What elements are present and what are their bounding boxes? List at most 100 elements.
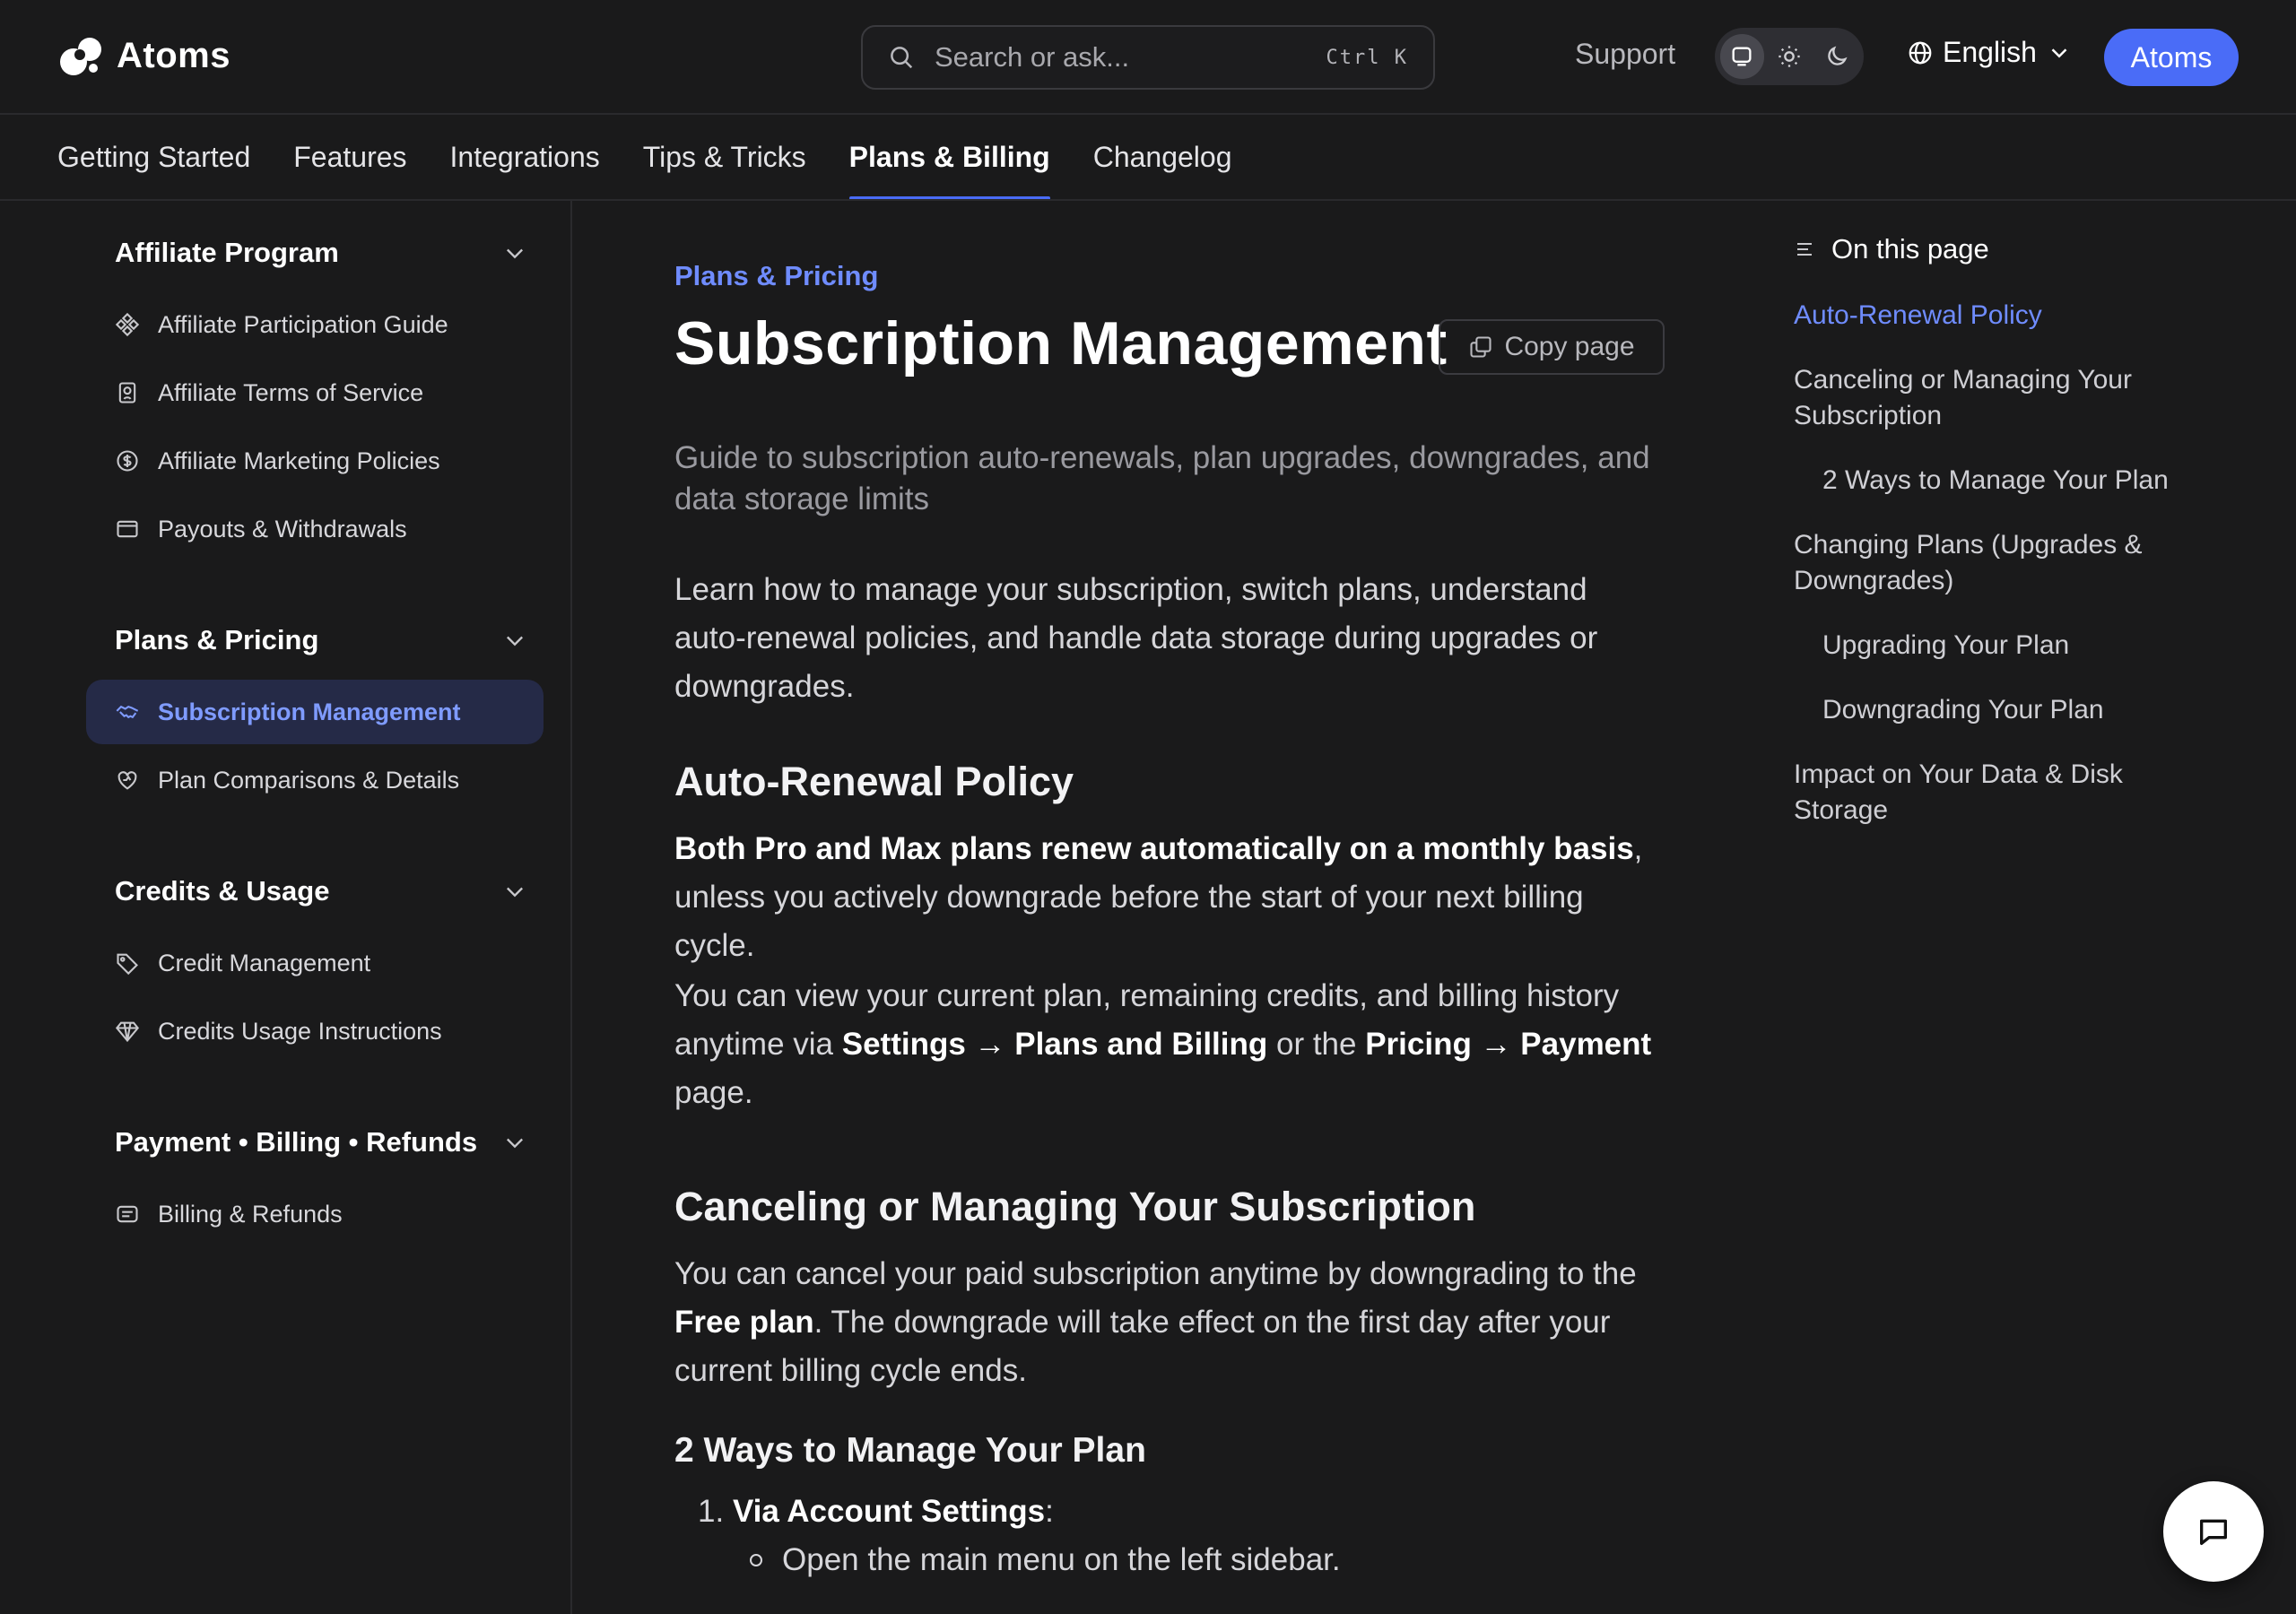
text: or the: [1267, 1027, 1366, 1062]
search-input[interactable]: Search or ask... Ctrl K: [861, 25, 1435, 90]
theme-system-button[interactable]: [1720, 34, 1764, 79]
copy-page-button[interactable]: Copy page: [1439, 319, 1665, 375]
toc-link-downgrading[interactable]: Downgrading Your Plan: [1822, 692, 2217, 728]
sidebar-group-affiliate-program: Affiliate Program Affiliate Participatio…: [86, 228, 544, 561]
bold-text: Pricing → Payment: [1365, 1027, 1652, 1062]
sidebar-item-label: Billing & Refunds: [158, 1200, 343, 1228]
sidebar-group-title: Credits & Usage: [115, 875, 330, 907]
bullet-icon: [750, 1554, 762, 1566]
tab-plans-billing[interactable]: Plans & Billing: [848, 114, 1050, 200]
sidebar-group-credits-usage: Credits & Usage Credit Management Credit…: [86, 866, 544, 1063]
sidebar-item-payouts-withdrawals[interactable]: Payouts & Withdrawals: [86, 497, 544, 561]
theme-dark-button[interactable]: [1814, 34, 1858, 79]
dollar-circle-icon: [117, 450, 138, 472]
gem-icon: [115, 1021, 140, 1043]
toc-link-changing-plans[interactable]: Changing Plans (Upgrades & Downgrades): [1794, 527, 2188, 599]
sidebar-item-credit-management[interactable]: Credit Management: [86, 931, 544, 995]
sidebar-item-label: Affiliate Terms of Service: [158, 378, 424, 406]
toc-link-auto-renewal[interactable]: Auto-Renewal Policy: [1794, 298, 2188, 334]
search-icon: [891, 47, 913, 69]
toc-link-impact-data[interactable]: Impact on Your Data & Disk Storage: [1794, 757, 2188, 829]
page-description: Guide to subscription auto-renewals, pla…: [674, 440, 1650, 516]
view-plan-paragraph: You can view your current plan, remainin…: [674, 972, 1665, 1117]
chevron-down-icon: [2051, 48, 2067, 58]
receipt-icon: [117, 1205, 138, 1223]
text: page.: [674, 1075, 753, 1110]
handshake-icon: [116, 705, 139, 719]
sidebar-group-header[interactable]: Plans & Pricing: [86, 615, 544, 665]
sidebar-item-label: Affiliate Participation Guide: [158, 310, 448, 338]
monitor-icon: [1732, 47, 1752, 66]
search-placeholder: Search or ask...: [935, 41, 1130, 73]
heading-auto-renewal: Auto-Renewal Policy: [674, 759, 1074, 804]
toc-header: On this page: [1794, 233, 1989, 265]
sidebar-item-plan-comparisons[interactable]: Plan Comparisons & Details: [86, 748, 544, 812]
chevron-down-icon: [507, 887, 523, 898]
text: :: [1045, 1494, 1054, 1529]
chat-bubble-icon: [2200, 1519, 2227, 1545]
intro-paragraph: Learn how to manage your subscription, s…: [674, 572, 1598, 704]
sidebar-item-billing-refunds[interactable]: Billing & Refunds: [86, 1182, 544, 1246]
copy-page-label: Copy page: [1504, 332, 1635, 361]
sidebar-group-title: Plans & Pricing: [115, 624, 319, 655]
toc-link-canceling[interactable]: Canceling or Managing Your Subscription: [1794, 362, 2188, 434]
chevron-down-icon: [507, 1138, 523, 1149]
tab-getting-started[interactable]: Getting Started: [57, 114, 250, 200]
language-label: English: [1943, 36, 2037, 68]
list-number: 1.: [698, 1494, 725, 1529]
globe-icon: [1909, 41, 1932, 64]
sidebar-group-plans-pricing: Plans & Pricing Subscription Management …: [86, 615, 544, 812]
heading-2-ways: 2 Ways to Manage Your Plan: [674, 1431, 1146, 1470]
bold-text: Settings → Plans and Billing: [841, 1027, 1268, 1062]
heart-shield-icon: [117, 771, 137, 790]
sidebar-group-header[interactable]: Payment • Billing • Refunds: [86, 1117, 544, 1167]
chat-button[interactable]: [2163, 1481, 2264, 1582]
text: You can cancel your paid subscription an…: [674, 1256, 1637, 1291]
chevron-down-icon: [507, 248, 523, 259]
sidebar-item-label: Subscription Management: [158, 698, 461, 725]
atoms-cta-button[interactable]: Atoms: [2104, 29, 2239, 86]
support-link[interactable]: Support: [1575, 38, 1675, 71]
tab-changelog[interactable]: Changelog: [1093, 114, 1232, 200]
sidebar-group-title: Payment • Billing • Refunds: [115, 1126, 478, 1158]
sidebar-item-affiliate-participation-guide[interactable]: Affiliate Participation Guide: [86, 292, 544, 357]
theme-light-button[interactable]: [1768, 34, 1812, 79]
toc-title: On this page: [1831, 233, 1989, 265]
theme-toggle[interactable]: [1715, 28, 1864, 85]
tab-tips-tricks[interactable]: Tips & Tricks: [643, 114, 806, 200]
toc-link-upgrading[interactable]: Upgrading Your Plan: [1822, 628, 2217, 664]
page-title: Subscription Management: [674, 309, 1448, 377]
sun-icon: [1779, 46, 1800, 67]
toc-link-2-ways[interactable]: 2 Ways to Manage Your Plan: [1822, 463, 2217, 499]
brand-name: Atoms: [117, 35, 230, 75]
tag-icon: [117, 953, 138, 976]
sidebar-item-affiliate-marketing-policies[interactable]: Affiliate Marketing Policies: [86, 429, 544, 493]
moon-icon: [1827, 46, 1848, 65]
sidebar-item-label: Credit Management: [158, 949, 371, 976]
search-shortcut: Ctrl K: [1326, 46, 1408, 69]
wallet-icon: [117, 520, 138, 538]
ordered-list-item: 1. Via Account Settings:: [698, 1494, 1054, 1530]
sidebar: Affiliate Program Affiliate Participatio…: [0, 201, 572, 1614]
list-item: Open the main menu on the left sidebar.: [750, 1542, 1341, 1578]
brand-logo-link[interactable]: Atoms: [57, 32, 230, 79]
sidebar-item-affiliate-terms[interactable]: Affiliate Terms of Service: [86, 360, 544, 425]
sidebar-item-label: Payouts & Withdrawals: [158, 515, 407, 542]
sidebar-item-subscription-management[interactable]: Subscription Management: [86, 680, 544, 744]
bold-text: Via Account Settings: [732, 1494, 1046, 1529]
text: . The downgrade will take effect on the …: [674, 1305, 1611, 1388]
sidebar-group-header[interactable]: Credits & Usage: [86, 866, 544, 916]
sidebar-group-payment-billing-refunds: Payment • Billing • Refunds Billing & Re…: [86, 1117, 544, 1246]
breadcrumb-section: Plans & Pricing: [674, 260, 879, 291]
list-lines-icon: [1797, 243, 1812, 256]
diamond-grid-icon: [115, 312, 140, 337]
sidebar-item-credits-usage-instructions[interactable]: Credits Usage Instructions: [86, 999, 544, 1063]
atoms-logo-icon: [60, 38, 101, 75]
heading-canceling: Canceling or Managing Your Subscription: [674, 1184, 1476, 1229]
tab-integrations[interactable]: Integrations: [450, 114, 600, 200]
chevron-down-icon: [507, 636, 523, 646]
language-selector[interactable]: English: [1907, 36, 2073, 69]
auto-renewal-paragraph: Both Pro and Max plans renew automatical…: [674, 825, 1665, 970]
sidebar-group-header[interactable]: Affiliate Program: [86, 228, 544, 278]
tab-features[interactable]: Features: [293, 114, 406, 200]
